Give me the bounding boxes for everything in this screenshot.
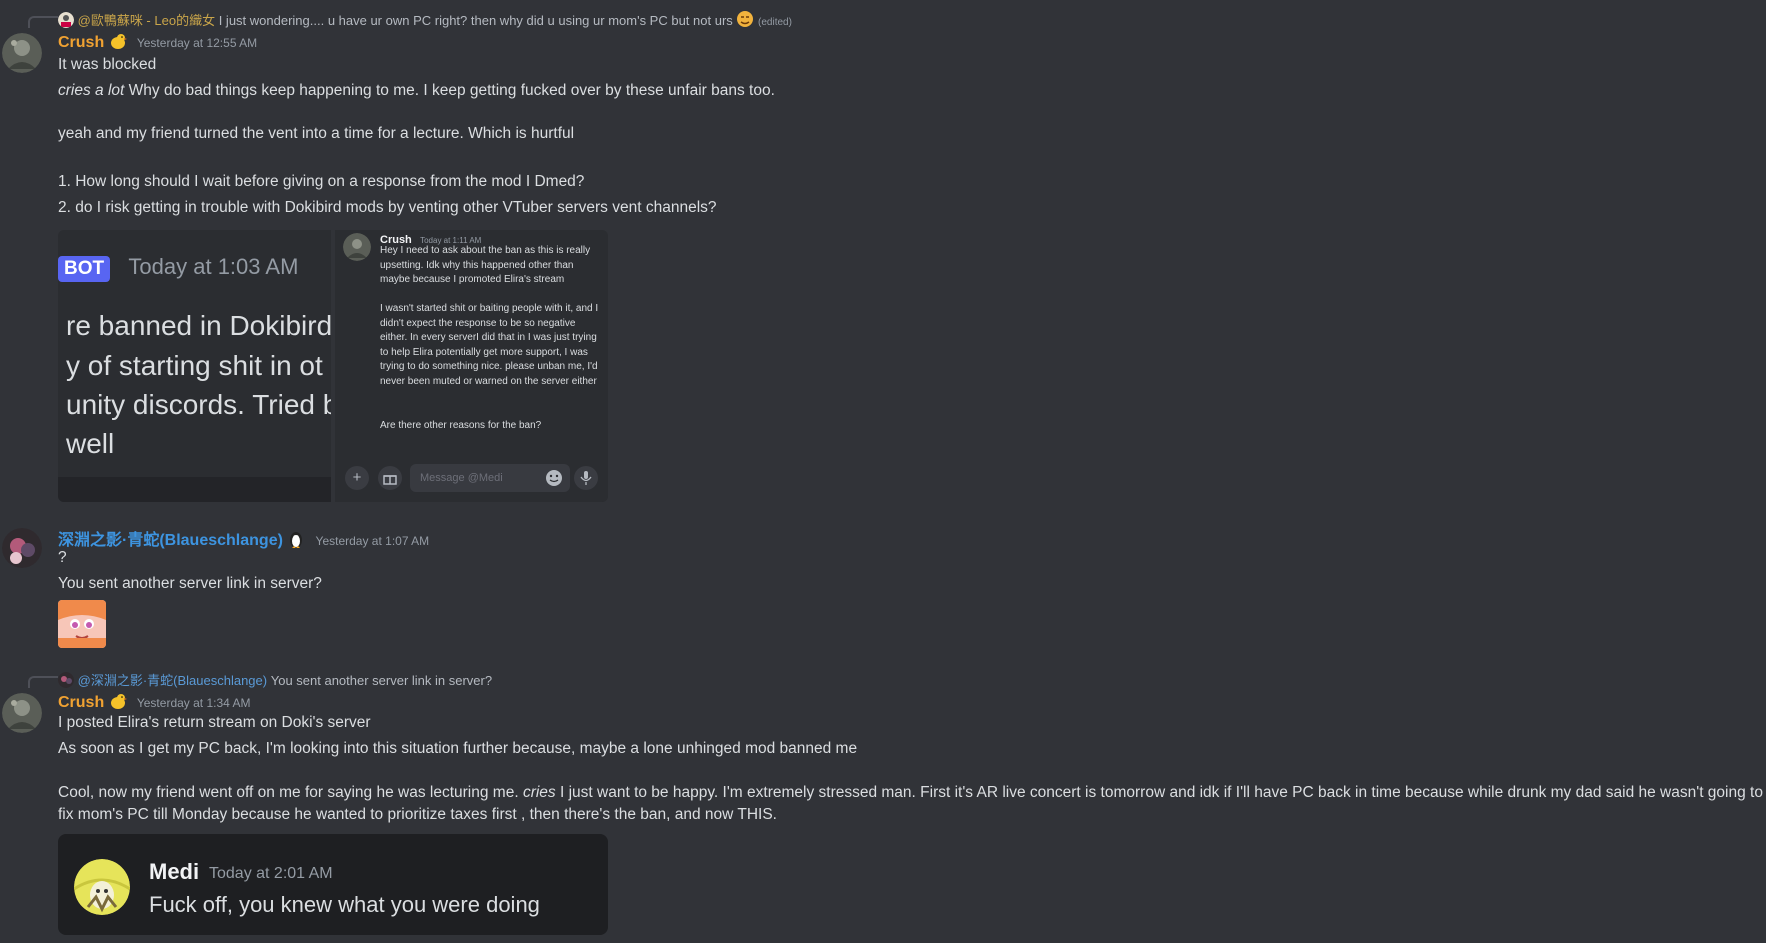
attachment-footer xyxy=(58,477,331,502)
attachment-text: y of starting shit in ot xyxy=(66,350,323,381)
timestamp: Yesterday at 1:07 AM xyxy=(315,534,430,548)
chick-emoji-icon xyxy=(109,32,127,50)
reply-text: I just wondering.... u have ur own PC ri… xyxy=(218,13,733,28)
avatar[interactable] xyxy=(2,33,42,73)
dm-paragraph: Hey I need to ask about the ban as this … xyxy=(380,245,591,285)
message-line: It was blocked xyxy=(58,56,157,73)
message-header: Crush Yesterday at 12:55 AM xyxy=(58,32,257,52)
message-line: ? xyxy=(58,549,67,566)
avatar[interactable] xyxy=(2,528,42,568)
message-line: I posted Elira's return stream on Doki's… xyxy=(58,714,371,731)
dm-composer: + Message @Medi xyxy=(335,454,608,502)
message-line: yeah and my friend turned the vent into … xyxy=(58,125,575,142)
embed-timestamp: Today at 2:01 AM xyxy=(209,865,333,882)
bot-badge: BOT xyxy=(58,256,111,282)
reply-mention[interactable]: @歐鴨蘇咪 - Leo的織女 xyxy=(78,13,215,28)
sweat-emoji-icon xyxy=(736,10,754,28)
message-text: Why do bad things keep happening to me. … xyxy=(124,82,775,99)
reply-connector xyxy=(28,16,58,28)
message-line: fix mom's PC till Monday because he want… xyxy=(58,806,777,823)
image-attachment[interactable]: Crush Today at 1:11 AM Hey I need to ask… xyxy=(335,230,608,502)
timestamp: Yesterday at 1:34 AM xyxy=(136,696,251,710)
reply-mention[interactable]: @深淵之影·青蛇(Blaueschlange) xyxy=(78,673,267,688)
image-attachment[interactable]: BOT Today at 1:03 AM re banned in Dokibi… xyxy=(58,230,331,502)
avatar xyxy=(343,233,371,261)
reply-connector xyxy=(28,676,58,688)
attachment-header: BOT Today at 1:03 AM xyxy=(58,254,298,282)
reply-text: You sent another server link in server? xyxy=(270,673,493,688)
reply-preview[interactable]: @歐鴨蘇咪 - Leo的織女 I just wondering.... u ha… xyxy=(58,10,792,29)
message-header: Crush Yesterday at 1:34 AM xyxy=(58,692,251,712)
emphasis-text: cries xyxy=(522,784,556,801)
reply-avatar xyxy=(58,672,74,688)
mic-icon xyxy=(574,466,598,490)
message-line: Cool, now my friend went off on me for s… xyxy=(58,783,1763,803)
image-attachment[interactable]: Medi Today at 2:01 AM Fuck off, you knew… xyxy=(58,834,608,935)
username[interactable]: Crush xyxy=(58,34,104,51)
message-text: Cool, now my friend went off on me for s… xyxy=(58,784,523,801)
username[interactable]: 深淵之影·青蛇(Blaueschlange) xyxy=(58,532,283,549)
gift-icon xyxy=(378,466,402,490)
embed-text: Fuck off, you knew what you were doing xyxy=(149,892,540,917)
message-line: 1. How long should I wait before giving … xyxy=(58,173,585,190)
chick-emoji-icon xyxy=(109,692,127,710)
edited-tag: (edited) xyxy=(758,17,792,28)
attachment-text: well xyxy=(66,428,115,459)
message-line: 2. do I risk getting in trouble with Dok… xyxy=(58,199,717,216)
sticker-image[interactable] xyxy=(58,600,106,648)
plus-icon: + xyxy=(345,466,369,490)
emoji-icon xyxy=(542,466,566,490)
avatar xyxy=(74,859,130,915)
embed-username: Medi xyxy=(149,859,200,884)
dm-paragraph: I wasn't started shit or baiting people … xyxy=(380,303,599,387)
username[interactable]: Crush xyxy=(58,694,104,711)
reply-preview[interactable]: @深淵之影·青蛇(Blaueschlange) You sent another… xyxy=(58,670,492,689)
avatar[interactable] xyxy=(2,693,42,733)
penguin-emoji-icon xyxy=(287,530,305,548)
reply-avatar xyxy=(58,12,74,28)
message-text: I just want to be happy. I'm extremely s… xyxy=(555,784,1763,801)
dm-paragraph: Are there other reasons for the ban? xyxy=(380,420,542,431)
timestamp: Yesterday at 12:55 AM xyxy=(136,36,258,50)
attachment-timestamp: Today at 1:03 AM xyxy=(128,254,299,279)
attachment-text: re banned in Dokibird xyxy=(66,310,331,341)
attachment-text: unity discords. Tried ba xyxy=(66,389,331,420)
message-line: You sent another server link in server? xyxy=(58,575,322,592)
message-line: cries a lot Why do bad things keep happe… xyxy=(58,81,775,101)
message-line: As soon as I get my PC back, I'm looking… xyxy=(58,740,858,757)
message-header: 深淵之影·青蛇(Blaueschlange) Yesterday at 1:07… xyxy=(58,526,429,550)
emphasis-text: cries a lot xyxy=(58,82,125,99)
